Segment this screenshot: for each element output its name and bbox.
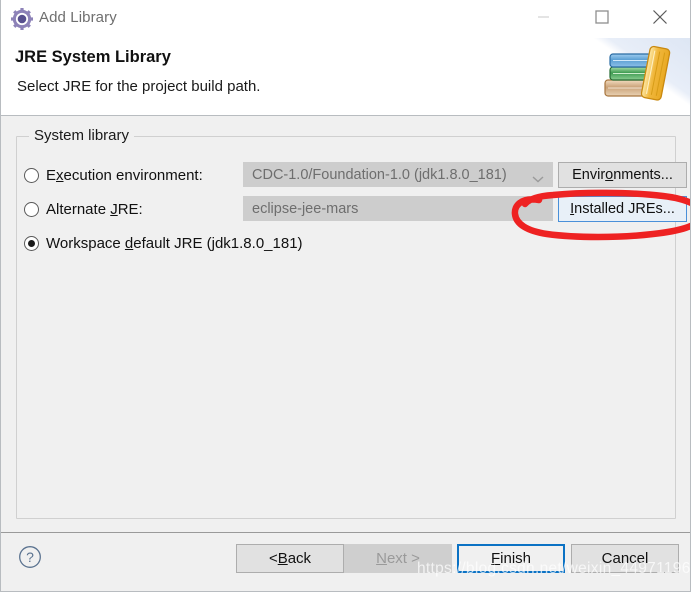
gear-icon	[11, 8, 33, 30]
watermark: https://blog.csdn.net/weixin_44971196	[417, 560, 691, 577]
title-bar: Add Library	[1, 0, 690, 38]
radio-execution-environment[interactable]: Execution environment:	[24, 162, 203, 188]
installed-jres-button[interactable]: Installed JREs...	[558, 196, 687, 222]
maximize-button[interactable]	[579, 0, 625, 33]
back-button[interactable]: < Back	[236, 544, 344, 573]
add-library-dialog: Add Library JRE System Library Select JR…	[0, 0, 691, 592]
radio-workspace-default-jre[interactable]: Workspace default JRE (jdk1.8.0_181)	[24, 230, 303, 256]
row-execution-environment: Execution environment: CDC-1.0/Foundatio…	[17, 162, 687, 188]
alternate-jre-value: eclipse-jee-mars	[252, 200, 359, 217]
maximize-icon	[595, 9, 609, 24]
group-label: System library	[29, 127, 135, 144]
row-alternate-jre: Alternate JRE: eclipse-jee-mars Installe…	[17, 196, 687, 222]
radio-indicator	[24, 167, 39, 183]
radio-indicator	[24, 235, 39, 251]
close-icon	[653, 9, 667, 24]
window-title: Add Library	[39, 9, 117, 26]
alternate-jre-combobox[interactable]: eclipse-jee-mars	[243, 196, 553, 221]
radio-alternate-jre[interactable]: Alternate JRE:	[24, 196, 143, 222]
help-icon[interactable]: ?	[18, 545, 42, 569]
page-subtitle: Select JRE for the project build path.	[17, 78, 261, 95]
environments-button[interactable]: Envir o nments...	[558, 162, 687, 188]
svg-text:?: ?	[26, 549, 34, 565]
minimize-button[interactable]	[521, 0, 567, 33]
radio-label-workspace-default-jre: Workspace default JRE (jdk1.8.0_181)	[46, 234, 303, 252]
dialog-content: System library Execution environment: CD…	[1, 116, 690, 532]
radio-label-alternate-jre: Alternate JRE:	[46, 200, 143, 218]
execution-environment-value: CDC-1.0/Foundation-1.0 (jdk1.8.0_181)	[252, 166, 507, 183]
chevron-down-icon	[532, 171, 544, 182]
book-stack-icon	[582, 38, 690, 115]
system-library-group: System library Execution environment: CD…	[16, 127, 687, 519]
minimize-icon	[538, 15, 549, 18]
radio-label-execution-environment: Execution environment:	[46, 166, 203, 184]
page-title: JRE System Library	[15, 48, 171, 66]
execution-environment-combobox[interactable]: CDC-1.0/Foundation-1.0 (jdk1.8.0_181)	[243, 162, 553, 187]
dialog-header: JRE System Library Select JRE for the pr…	[1, 38, 690, 116]
close-button[interactable]	[637, 0, 683, 33]
row-workspace-default-jre: Workspace default JRE (jdk1.8.0_181)	[17, 230, 675, 256]
radio-indicator	[24, 201, 39, 217]
